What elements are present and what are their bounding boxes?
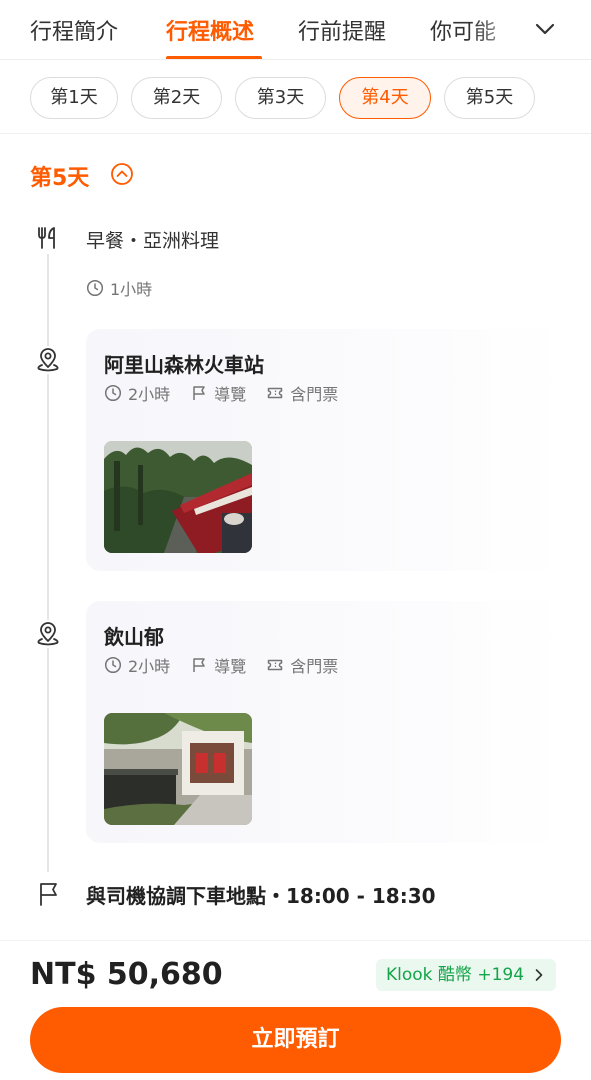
flag-icon: [34, 880, 62, 908]
activity-ticket: 含門票: [290, 385, 339, 404]
activity-title: 阿里山森林火車站: [104, 353, 264, 377]
day-chip-1[interactable]: 第1天: [30, 77, 118, 119]
activity-card[interactable]: 飲山郁 2小時 導覽 含門票: [86, 601, 566, 843]
activity-card[interactable]: 阿里山森林火車站 2小時 導覽 含門票: [86, 329, 566, 571]
day-chip-3[interactable]: 第3天: [235, 77, 326, 119]
meal-duration: 1小時: [110, 280, 153, 299]
clock-icon: [86, 279, 104, 297]
utensils-icon: [34, 224, 62, 252]
chevron-up-circle-icon[interactable]: [110, 162, 134, 186]
section-tab-bar: 行程簡介 行程概述 行前提醒 你可能: [0, 0, 591, 60]
tab-overview[interactable]: 行程概述: [166, 14, 254, 46]
activity-guide: 導覽: [214, 657, 247, 676]
booking-bar: NT$ 50,680 Klook 酷幣 +194 立即預訂: [0, 940, 591, 1080]
book-now-button[interactable]: 立即預訂: [30, 1007, 561, 1073]
activity-title: 飲山郁: [104, 625, 164, 649]
clock-icon: [104, 384, 122, 402]
day-chip-2[interactable]: 第2天: [131, 77, 222, 119]
activity-meta: 2小時 導覽 含門票: [104, 653, 358, 677]
total-price: NT$ 50,680: [30, 957, 223, 992]
activity-duration: 2小時: [128, 657, 171, 676]
location-pin-icon: [34, 620, 62, 648]
tab-intro[interactable]: 行程簡介: [30, 14, 118, 46]
activity-duration: 2小時: [128, 385, 171, 404]
dropoff-title: 與司機協調下車地點・18:00 - 18:30: [86, 884, 436, 908]
activity-photo-forest-train[interactable]: [104, 441, 252, 553]
meal-meta: 1小時: [86, 276, 172, 300]
day-chip-5[interactable]: 第5天: [444, 77, 535, 119]
ticket-icon: [267, 659, 283, 671]
activity-guide: 導覽: [214, 385, 247, 404]
chevron-right-icon: [535, 969, 543, 981]
tab-reminders[interactable]: 行前提醒: [298, 14, 386, 46]
klook-credits-label: Klook 酷幣 +194: [386, 965, 525, 985]
activity-photo-restaurant[interactable]: [104, 713, 252, 825]
day-section-title: 第5天: [30, 166, 90, 191]
klook-credits-badge[interactable]: Klook 酷幣 +194: [376, 959, 557, 991]
clock-icon: [104, 656, 122, 674]
flag-icon: [193, 386, 205, 400]
activity-ticket: 含門票: [290, 657, 339, 676]
day-selector: 第1天 第2天 第3天 第4天 第5天: [0, 60, 591, 134]
meal-title: 早餐・亞洲料理: [86, 230, 220, 252]
location-pin-icon: [34, 346, 62, 374]
day-chip-4[interactable]: 第4天: [339, 77, 431, 119]
ticket-icon: [267, 387, 283, 399]
flag-icon: [193, 658, 205, 672]
activity-meta: 2小時 導覽 含門票: [104, 381, 358, 405]
chevron-down-icon[interactable]: [530, 14, 560, 44]
